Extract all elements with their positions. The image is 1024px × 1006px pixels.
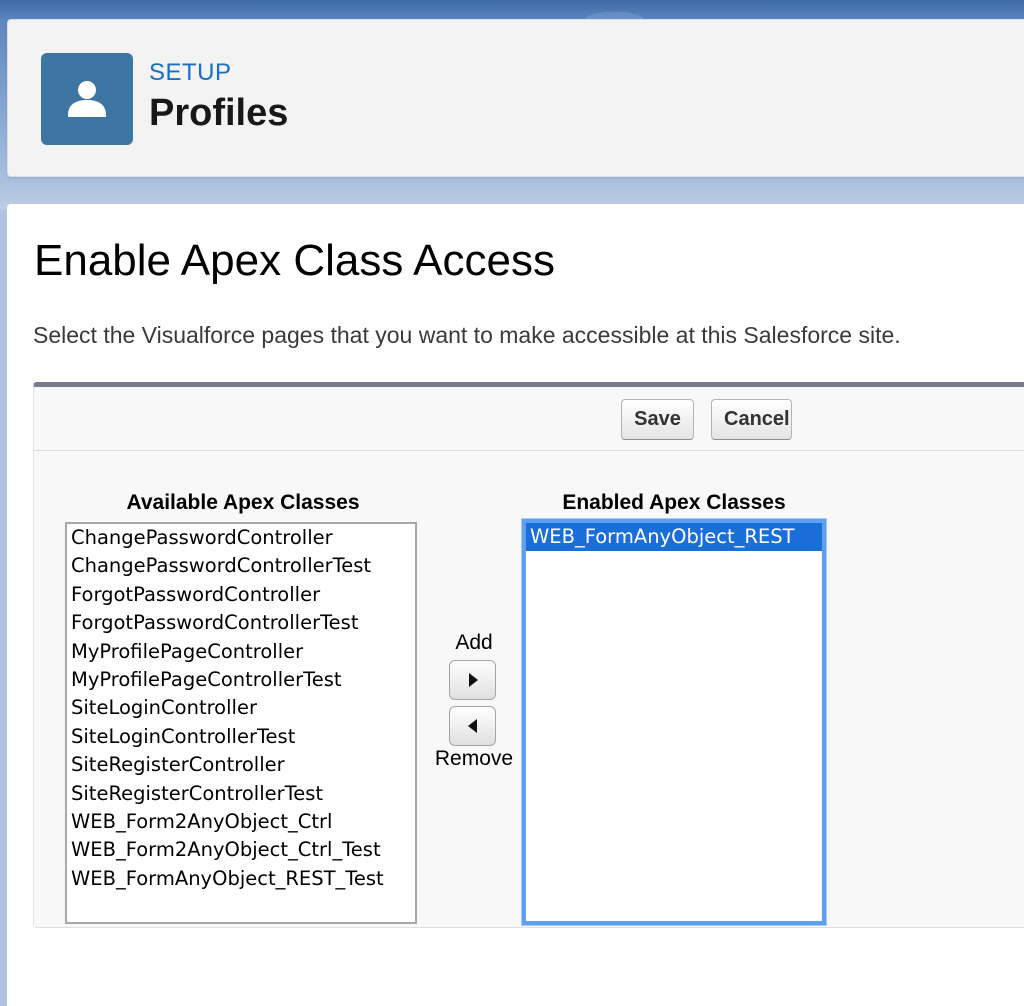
list-option[interactable]: ChangePasswordController xyxy=(67,524,415,552)
user-icon xyxy=(41,53,133,145)
list-option[interactable]: MyProfilePageControllerTest xyxy=(67,666,415,694)
list-option[interactable]: SiteRegisterControllerTest xyxy=(67,780,415,808)
breadcrumb: SETUP xyxy=(149,59,232,86)
section-heading: Enable Apex Class Access xyxy=(34,236,555,285)
enabled-list-title: Enabled Apex Classes xyxy=(562,491,786,514)
button-bar: Save Cancel xyxy=(34,387,1024,451)
list-option[interactable]: WEB_Form2AnyObject_Ctrl xyxy=(67,808,415,836)
list-option[interactable]: ForgotPasswordController xyxy=(67,581,415,609)
list-option[interactable]: ForgotPasswordControllerTest xyxy=(67,609,415,637)
cancel-button[interactable]: Cancel xyxy=(711,399,792,440)
section-description: Select the Visualforce pages that you wa… xyxy=(33,322,901,348)
page-header: SETUP Profiles xyxy=(7,19,1024,177)
remove-button[interactable] xyxy=(449,706,496,746)
list-option[interactable]: MyProfilePageController xyxy=(67,638,415,666)
page-title: Profiles xyxy=(149,92,289,134)
arrow-left-icon xyxy=(467,719,477,733)
add-button[interactable] xyxy=(449,660,496,700)
list-option[interactable]: WEB_Form2AnyObject_Ctrl_Test xyxy=(67,836,415,864)
save-button[interactable]: Save xyxy=(621,399,694,440)
available-classes-listbox[interactable]: ChangePasswordController ChangePasswordCo… xyxy=(65,522,417,924)
remove-label: Remove xyxy=(434,747,514,770)
enabled-classes-listbox[interactable]: WEB_FormAnyObject_REST xyxy=(522,519,826,925)
list-option[interactable]: SiteLoginController xyxy=(67,694,415,722)
list-option[interactable]: SiteLoginControllerTest xyxy=(67,723,415,751)
list-option[interactable]: WEB_FormAnyObject_REST_Test xyxy=(67,865,415,893)
available-list-title: Available Apex Classes xyxy=(126,491,360,514)
add-label: Add xyxy=(455,631,493,654)
apex-class-panel: Save Cancel Available Apex Classes Chang… xyxy=(33,382,1024,928)
arrow-right-icon xyxy=(468,673,478,687)
main-content: Enable Apex Class Access Select the Visu… xyxy=(7,204,1024,1006)
list-option[interactable]: WEB_FormAnyObject_REST xyxy=(526,523,822,552)
list-option[interactable]: SiteRegisterController xyxy=(67,751,415,779)
list-option[interactable]: ChangePasswordControllerTest xyxy=(67,552,415,580)
